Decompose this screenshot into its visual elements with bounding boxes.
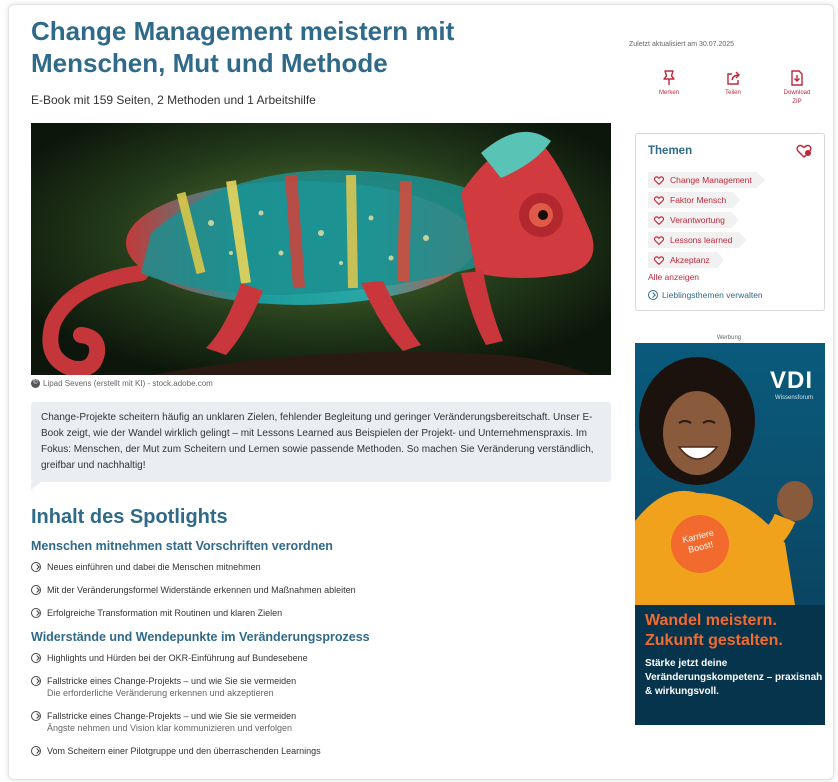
bookmark-pin-icon [663, 70, 675, 85]
vdi-logo: VDI [769, 367, 813, 394]
manage-favorites-link[interactable]: Lieblingsthemen verwalten [648, 290, 812, 300]
list-item[interactable]: Erfolgreiche Transformation mit Routinen… [31, 607, 621, 619]
topic-tag-label: Lessons learned [670, 235, 733, 245]
section-heading-1: Menschen mitnehmen statt Vorschriften ve… [31, 539, 333, 553]
check-circle-icon [31, 562, 41, 572]
heart-settings-icon[interactable] [796, 144, 812, 158]
topics-heading: Themen [648, 145, 693, 157]
main-column: Change Management meistern mit Menschen,… [31, 15, 621, 768]
section-1-list: Neues einführen und dabei die Menschen m… [31, 561, 621, 619]
list-item-subtext: Die erforderliche Veränderung erkennen u… [47, 688, 274, 698]
topic-tag-label: Change Management [670, 175, 752, 185]
chevron-circle-icon [648, 290, 658, 300]
sidebar: Zuletzt aktualisiert am 30.07.2025 Merke… [629, 15, 829, 725]
topic-tag-label: Verantwortung [670, 215, 725, 225]
list-item[interactable]: Fallstricke eines Change-Projekts – und … [31, 675, 621, 699]
topic-tag[interactable]: Lessons learned [648, 232, 812, 248]
check-circle-icon [31, 608, 41, 618]
copyright-icon: © [31, 379, 40, 388]
topic-tag-label: Akzeptanz [670, 255, 710, 265]
list-item-subtext: Ängste nehmen und Vision klar kommunizie… [47, 723, 292, 733]
contents-heading: Inhalt des Spotlights [31, 506, 228, 528]
list-item-text: Fallstricke eines Change-Projekts – und … [47, 676, 297, 686]
check-circle-icon [31, 653, 41, 663]
share-icon [727, 71, 740, 85]
download-icon [791, 70, 803, 86]
list-item-text: Vom Scheitern einer Pilotgruppe und den … [47, 746, 321, 756]
topics-header: Themen [648, 144, 812, 158]
download-label: Download ZIP [783, 90, 811, 105]
ad-label: Werbung [716, 335, 742, 341]
section-2-list: Highlights und Hürden bei der OKR-Einfüh… [31, 652, 621, 757]
heart-icon [654, 255, 664, 265]
hero-image-chameleon [31, 123, 611, 375]
chameleon-illustration [31, 123, 611, 375]
list-item-text: Erfolgreiche Transformation mit Routinen… [47, 608, 283, 618]
ad-text: Stärke jetzt deine Veränderungskompetenz… [645, 658, 823, 697]
topic-tag[interactable]: Verantwortung [648, 212, 812, 228]
bookmark-button[interactable]: Merken [651, 70, 687, 107]
heart-icon [654, 195, 664, 205]
topics-box: Themen Change Management Faktor Mensch V… [635, 133, 825, 311]
topic-tag[interactable]: Change Management [648, 172, 812, 188]
topic-tag-label: Faktor Mensch [670, 195, 727, 205]
list-item[interactable]: Neues einführen und dabei die Menschen m… [31, 561, 621, 573]
page-title: Change Management meistern mit Menschen,… [31, 16, 455, 78]
topic-tag[interactable]: Akzeptanz [648, 252, 812, 268]
last-updated: Zuletzt aktualisiert am 30.07.2025 [629, 41, 735, 48]
share-button[interactable]: Teilen [715, 70, 751, 107]
topic-tags: Change Management Faktor Mensch Verantwo… [648, 172, 812, 268]
teaser-box: Change-Projekte scheitern häufig an unkl… [31, 402, 611, 490]
list-item-text: Neues einführen und dabei die Menschen m… [47, 562, 261, 572]
check-circle-icon [31, 676, 41, 686]
heart-icon [654, 215, 664, 225]
ad-headline: Wandel meistern. Zukunft gestalten. [645, 612, 783, 649]
vdi-logo-sub: Wissensforum [774, 395, 813, 401]
heart-icon [654, 235, 664, 245]
share-label: Teilen [725, 90, 741, 96]
check-circle-icon [31, 585, 41, 595]
list-item-text: Mit der Veränderungsformel Widerstände e… [47, 585, 356, 595]
list-item[interactable]: Highlights und Hürden bei der OKR-Einfüh… [31, 652, 621, 664]
bookmark-label: Merken [658, 90, 679, 96]
list-item[interactable]: Mit der Veränderungsformel Widerstände e… [31, 584, 621, 596]
list-item[interactable]: Vom Scheitern einer Pilotgruppe und den … [31, 745, 621, 757]
heart-icon [654, 175, 664, 185]
teaser-text: Change-Projekte scheitern häufig an unkl… [41, 412, 594, 471]
manage-favorites-label: Lieblingsthemen verwalten [662, 290, 763, 300]
advertisement-banner[interactable]: VDI Wissensforum Karriere Boost! Wandel … [635, 343, 825, 725]
check-circle-icon [31, 711, 41, 721]
list-item[interactable]: Fallstricke eines Change-Projekts – und … [31, 710, 621, 734]
list-item-text: Highlights und Hürden bei der OKR-Einfüh… [47, 653, 308, 663]
image-credit: © Lipad Sevens (erstellt mit KI) - stock… [31, 379, 621, 388]
topic-tag[interactable]: Faktor Mensch [648, 192, 812, 208]
show-all-topics-link[interactable]: Alle anzeigen [648, 272, 812, 282]
download-button[interactable]: Download ZIP [779, 70, 815, 107]
action-bar: Merken Teilen Download ZIP [629, 70, 829, 107]
list-item-text: Fallstricke eines Change-Projekts – und … [47, 711, 297, 721]
section-heading-2: Widerstände und Wendepunkte im Veränderu… [31, 630, 370, 644]
page-frame: Change Management meistern mit Menschen,… [8, 4, 834, 780]
page-subtitle: E-Book mit 159 Seiten, 2 Methoden und 1 … [31, 93, 316, 107]
check-circle-icon [31, 746, 41, 756]
image-credit-text: Lipad Sevens (erstellt mit KI) - stock.a… [43, 379, 213, 388]
